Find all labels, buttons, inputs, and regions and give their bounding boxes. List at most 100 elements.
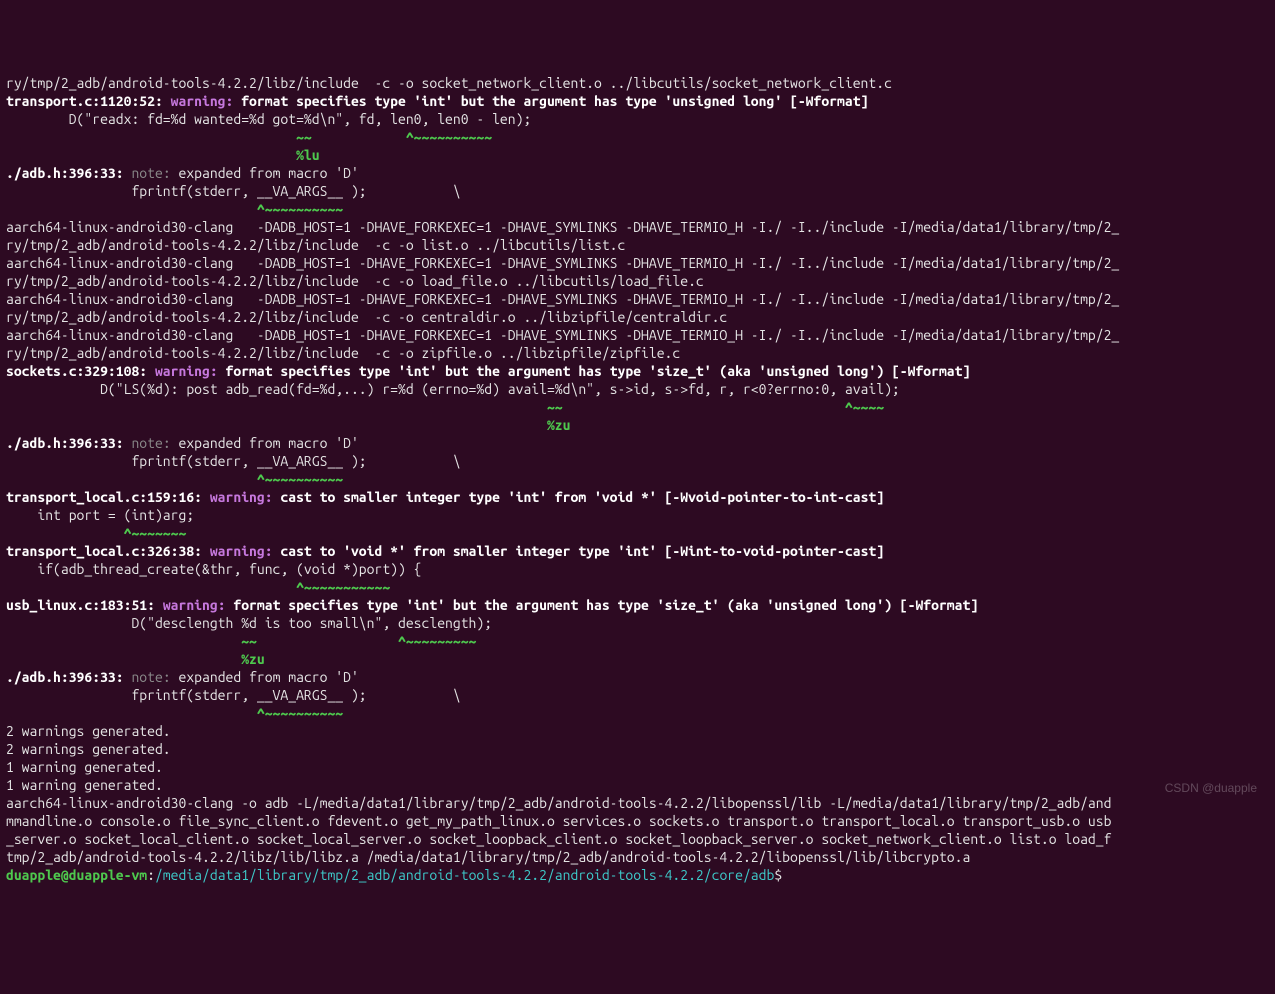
- terminal-line: ~~ ^~~~~: [6, 398, 1269, 416]
- terminal-line: usb_linux.c:183:51: warning: format spec…: [6, 596, 1269, 614]
- terminal-text: aarch64-linux-android30-clang -DADB_HOST…: [6, 255, 1119, 271]
- terminal-line: ^~~~~~~~~~~: [6, 200, 1269, 218]
- terminal-line: ./adb.h:396:33: note: expanded from macr…: [6, 164, 1269, 182]
- terminal-text: %lu: [6, 147, 320, 163]
- terminal-line: ^~~~~~~~~~~: [6, 704, 1269, 722]
- terminal-text: cast to 'void *' from smaller integer ty…: [280, 543, 884, 559]
- terminal-line: _server.o socket_local_client.o socket_l…: [6, 830, 1269, 848]
- terminal-text: fprintf(stderr, __VA_ARGS__ ); \: [6, 183, 461, 199]
- terminal-line: D("desclength %d is too small\n", descle…: [6, 614, 1269, 632]
- terminal-text: ~~ ^~~~~: [6, 399, 884, 415]
- terminal-line: aarch64-linux-android30-clang -DADB_HOST…: [6, 290, 1269, 308]
- terminal-text: warning:: [155, 363, 226, 379]
- terminal-line: 1 warning generated.: [6, 758, 1269, 776]
- terminal-text: 2 warnings generated.: [6, 723, 171, 739]
- terminal-line: if(adb_thread_create(&thr, func, (void *…: [6, 560, 1269, 578]
- terminal-text: note:: [131, 435, 178, 451]
- terminal-text: sockets.c:329:108:: [6, 363, 155, 379]
- terminal-text: D("readx: fd=%d wanted=%d got=%d\n", fd,…: [6, 111, 531, 127]
- terminal-text: aarch64-linux-android30-clang -DADB_HOST…: [6, 327, 1119, 343]
- terminal-text: fprintf(stderr, __VA_ARGS__ ); \: [6, 453, 461, 469]
- terminal-text: ^~~~~~~~: [6, 525, 186, 541]
- terminal-line: aarch64-linux-android30-clang -DADB_HOST…: [6, 254, 1269, 272]
- terminal-text: 1 warning generated.: [6, 759, 163, 775]
- terminal-text: tmp/2_adb/android-tools-4.2.2/libz/lib/l…: [6, 849, 970, 865]
- terminal-text: ./adb.h:396:33:: [6, 435, 131, 451]
- terminal-text: 2 warnings generated.: [6, 741, 171, 757]
- terminal-text: format specifies type 'int' but the argu…: [241, 93, 868, 109]
- terminal-line: fprintf(stderr, __VA_ARGS__ ); \: [6, 452, 1269, 470]
- terminal-line: sockets.c:329:108: warning: format speci…: [6, 362, 1269, 380]
- terminal-text: ^~~~~~~~~~~: [6, 705, 343, 721]
- terminal-text: D("LS(%d): post adb_read(fd=%d,...) r=%d…: [6, 381, 900, 397]
- terminal-line: ^~~~~~~~: [6, 524, 1269, 542]
- terminal-text: aarch64-linux-android30-clang -o adb -L/…: [6, 795, 1111, 811]
- terminal-text: ~~ ^~~~~~~~~~: [6, 633, 476, 649]
- terminal-text: ^~~~~~~~~~~~: [6, 579, 390, 595]
- terminal-text: warning:: [171, 93, 242, 109]
- terminal-line: ~~ ^~~~~~~~~~~: [6, 128, 1269, 146]
- terminal-text: ry/tmp/2_adb/android-tools-4.2.2/libz/in…: [6, 345, 680, 361]
- terminal-line: ry/tmp/2_adb/android-tools-4.2.2/libz/in…: [6, 308, 1269, 326]
- terminal-text: warning:: [210, 489, 281, 505]
- terminal-text: ./adb.h:396:33:: [6, 165, 131, 181]
- terminal-line: ^~~~~~~~~~~: [6, 470, 1269, 488]
- terminal-text: _server.o socket_local_client.o socket_l…: [6, 831, 1111, 847]
- terminal-line: %zu: [6, 650, 1269, 668]
- terminal-line: ~~ ^~~~~~~~~~: [6, 632, 1269, 650]
- terminal-text: transport.c:1120:52:: [6, 93, 171, 109]
- terminal-text: ./adb.h:396:33:: [6, 669, 131, 685]
- prompt-symbol: $: [774, 867, 782, 883]
- terminal-line: ry/tmp/2_adb/android-tools-4.2.2/libz/in…: [6, 74, 1269, 92]
- terminal-text: ry/tmp/2_adb/android-tools-4.2.2/libz/in…: [6, 237, 625, 253]
- terminal-prompt-line[interactable]: duapple@duapple-vm:/media/data1/library/…: [6, 866, 1269, 884]
- terminal-text: if(adb_thread_create(&thr, func, (void *…: [6, 561, 422, 577]
- terminal-text: note:: [131, 669, 178, 685]
- terminal-line: ry/tmp/2_adb/android-tools-4.2.2/libz/in…: [6, 272, 1269, 290]
- terminal-text: expanded from macro 'D': [179, 435, 359, 451]
- terminal-text: ^~~~~~~~~~~: [6, 201, 343, 217]
- terminal-line: D("LS(%d): post adb_read(fd=%d,...) r=%d…: [6, 380, 1269, 398]
- terminal-text: transport_local.c:159:16:: [6, 489, 210, 505]
- terminal-text: format specifies type 'int' but the argu…: [233, 597, 978, 613]
- terminal-text: mmandline.o console.o file_sync_client.o…: [6, 813, 1111, 829]
- terminal-line: ry/tmp/2_adb/android-tools-4.2.2/libz/in…: [6, 236, 1269, 254]
- terminal-text: fprintf(stderr, __VA_ARGS__ ); \: [6, 687, 461, 703]
- terminal-text: D("desclength %d is too small\n", descle…: [6, 615, 492, 631]
- terminal-text: expanded from macro 'D': [179, 165, 359, 181]
- terminal-line: fprintf(stderr, __VA_ARGS__ ); \: [6, 182, 1269, 200]
- terminal-line: aarch64-linux-android30-clang -o adb -L/…: [6, 794, 1269, 812]
- terminal-line: aarch64-linux-android30-clang -DADB_HOST…: [6, 218, 1269, 236]
- terminal-text: warning:: [210, 543, 281, 559]
- terminal-output[interactable]: ry/tmp/2_adb/android-tools-4.2.2/libz/in…: [0, 72, 1275, 886]
- terminal-text: warning:: [163, 597, 234, 613]
- terminal-line: int port = (int)arg;: [6, 506, 1269, 524]
- prompt-user: duapple@duapple-vm: [6, 867, 147, 883]
- terminal-line: 1 warning generated.: [6, 776, 1269, 794]
- terminal-text: ry/tmp/2_adb/android-tools-4.2.2/libz/in…: [6, 273, 704, 289]
- terminal-line: transport.c:1120:52: warning: format spe…: [6, 92, 1269, 110]
- terminal-line: transport_local.c:159:16: warning: cast …: [6, 488, 1269, 506]
- terminal-line: fprintf(stderr, __VA_ARGS__ ); \: [6, 686, 1269, 704]
- terminal-text: cast to smaller integer type 'int' from …: [280, 489, 884, 505]
- terminal-line: 2 warnings generated.: [6, 740, 1269, 758]
- terminal-line: %lu: [6, 146, 1269, 164]
- terminal-text: aarch64-linux-android30-clang -DADB_HOST…: [6, 291, 1119, 307]
- prompt-sep: :: [147, 867, 155, 883]
- terminal-text: aarch64-linux-android30-clang -DADB_HOST…: [6, 219, 1119, 235]
- terminal-line: 2 warnings generated.: [6, 722, 1269, 740]
- terminal-line: ry/tmp/2_adb/android-tools-4.2.2/libz/in…: [6, 344, 1269, 362]
- terminal-text: ry/tmp/2_adb/android-tools-4.2.2/libz/in…: [6, 75, 892, 91]
- terminal-text: usb_linux.c:183:51:: [6, 597, 163, 613]
- terminal-text: %zu: [6, 417, 570, 433]
- terminal-text: 1 warning generated.: [6, 777, 163, 793]
- terminal-text: ~~ ^~~~~~~~~~~: [6, 129, 492, 145]
- terminal-line: ./adb.h:396:33: note: expanded from macr…: [6, 668, 1269, 686]
- terminal-text: int port = (int)arg;: [6, 507, 194, 523]
- terminal-line: tmp/2_adb/android-tools-4.2.2/libz/lib/l…: [6, 848, 1269, 866]
- terminal-line: transport_local.c:326:38: warning: cast …: [6, 542, 1269, 560]
- terminal-text: ry/tmp/2_adb/android-tools-4.2.2/libz/in…: [6, 309, 727, 325]
- terminal-text: expanded from macro 'D': [179, 669, 359, 685]
- terminal-line: ./adb.h:396:33: note: expanded from macr…: [6, 434, 1269, 452]
- terminal-text: ^~~~~~~~~~~: [6, 471, 343, 487]
